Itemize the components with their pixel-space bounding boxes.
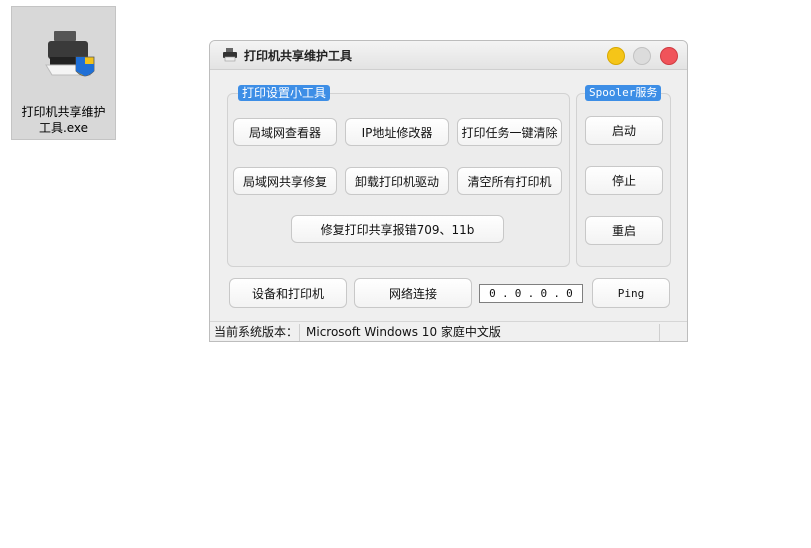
- os-version-value: Microsoft Windows 10 家庭中文版: [306, 325, 501, 339]
- window-title: 打印机共享维护工具: [244, 49, 353, 63]
- network-connections-button[interactable]: 网络连接: [354, 278, 472, 308]
- ip-octet-3: 0: [540, 287, 548, 300]
- maximize-button[interactable]: [633, 47, 651, 65]
- desktop-icon-label: 打印机共享维护 工具.exe: [21, 105, 106, 135]
- status-bar: 当前系统版本： Microsoft Windows 10 家庭中文版: [210, 321, 687, 341]
- clear-all-printers-button[interactable]: 清空所有打印机: [457, 167, 562, 195]
- printer-shield-icon: [45, 31, 95, 77]
- close-button[interactable]: [660, 47, 678, 65]
- ip-dot: .: [527, 287, 535, 300]
- lan-viewer-button[interactable]: 局域网查看器: [233, 118, 337, 146]
- ip-octet-4: 0: [566, 287, 573, 300]
- ip-changer-button[interactable]: IP地址修改器: [345, 118, 449, 146]
- ping-button[interactable]: Ping: [592, 278, 670, 308]
- spooler-group-title: Spooler服务: [585, 85, 662, 101]
- devices-and-printers-button[interactable]: 设备和打印机: [229, 278, 347, 308]
- ip-octet-2: 0: [514, 287, 522, 300]
- desktop-file-icon[interactable]: 打印机共享维护 工具.exe: [11, 6, 116, 140]
- status-separator: [299, 324, 300, 341]
- spooler-start-button[interactable]: 启动: [585, 116, 663, 145]
- minimize-button[interactable]: [607, 47, 625, 65]
- status-separator: [659, 324, 660, 341]
- lan-share-repair-button[interactable]: 局域网共享修复: [233, 167, 337, 195]
- os-version-label: 当前系统版本：: [214, 325, 299, 339]
- ip-dot: .: [553, 287, 560, 300]
- fix-share-error-button[interactable]: 修复打印共享报错709、11b: [291, 215, 504, 243]
- uninstall-driver-button[interactable]: 卸载打印机驱动: [345, 167, 449, 195]
- title-bar[interactable]: 打印机共享维护工具: [210, 41, 687, 70]
- ip-octet-1: 0: [489, 287, 496, 300]
- app-window: 打印机共享维护工具 打印设置小工具 局域网查看器 IP地址修改器 打印任务一键清…: [209, 40, 688, 342]
- spooler-stop-button[interactable]: 停止: [585, 166, 663, 195]
- spooler-restart-button[interactable]: 重启: [585, 216, 663, 245]
- ip-address-input[interactable]: 0 . 0 . 0 . 0: [479, 284, 583, 303]
- ip-dot: .: [501, 287, 509, 300]
- printer-icon: [223, 48, 237, 62]
- clear-print-jobs-button[interactable]: 打印任务一键清除: [457, 118, 562, 146]
- tools-group-title: 打印设置小工具: [238, 85, 331, 101]
